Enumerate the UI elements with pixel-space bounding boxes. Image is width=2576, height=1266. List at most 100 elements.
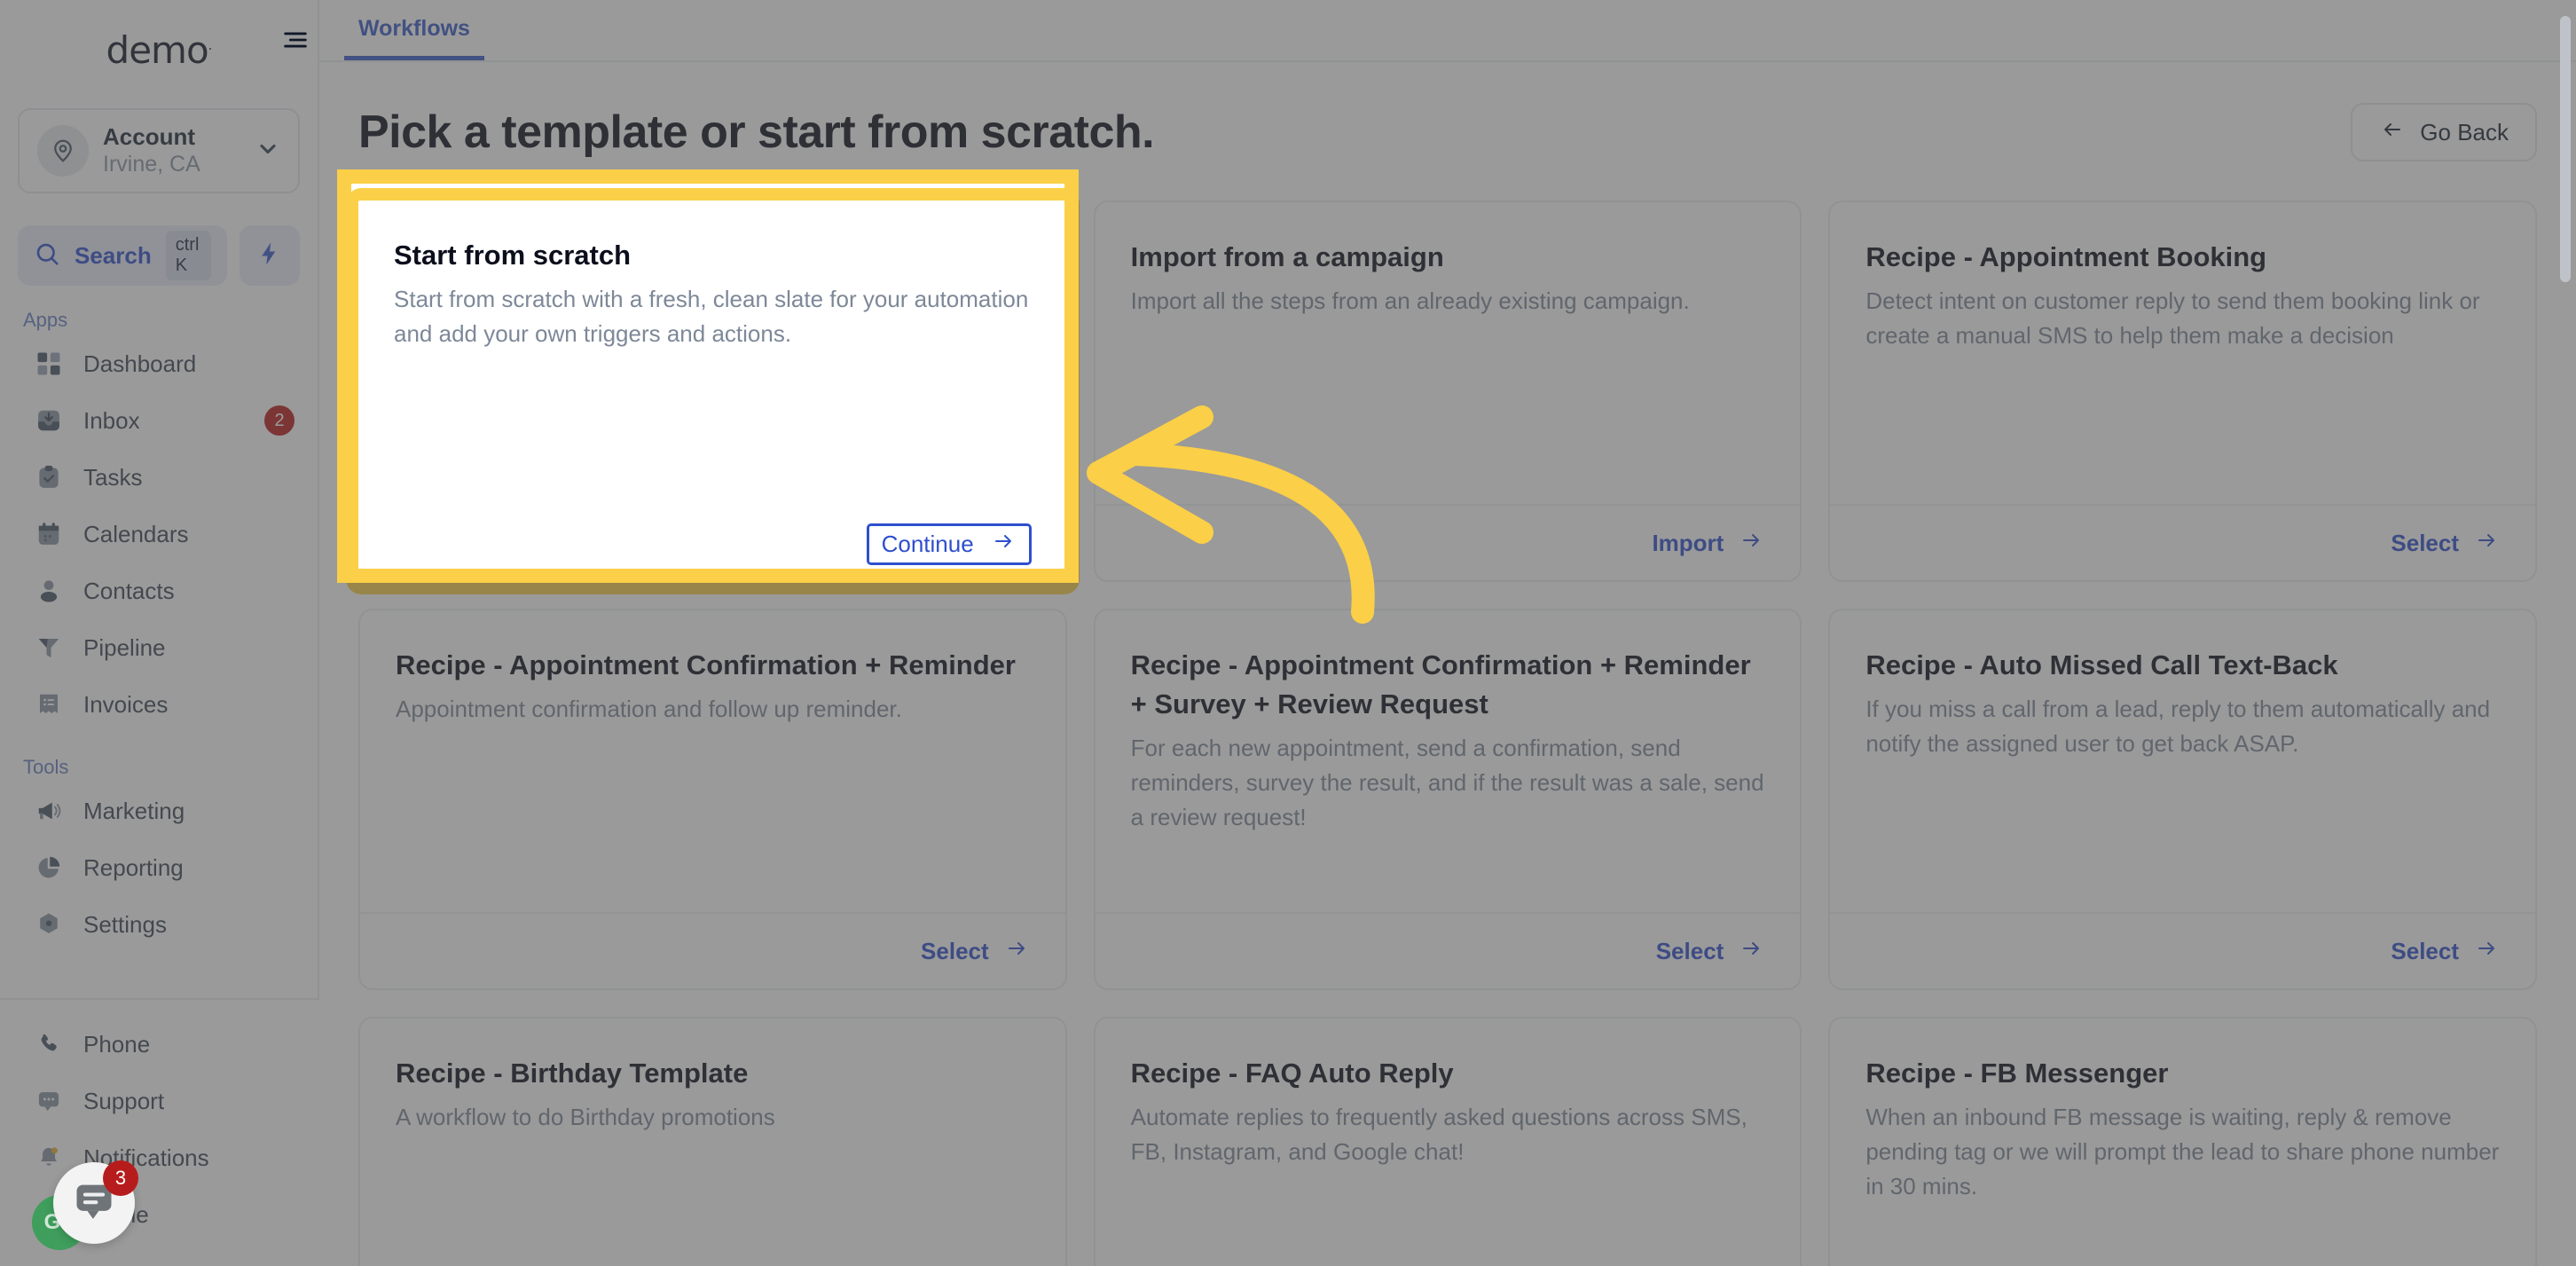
tab-workflows[interactable]: Workflows: [344, 16, 484, 60]
card-footer: Select: [1830, 912, 2535, 988]
sidebar-item-label: Support: [83, 1087, 165, 1114]
continue-label: Continue: [881, 530, 974, 557]
sidebar-item-phone[interactable]: Phone: [0, 1016, 319, 1073]
sidebar-item-label: Phone: [83, 1030, 151, 1058]
card-description: A workflow to do Birthday promotions: [396, 1104, 775, 1131]
brand-logo[interactable]: demo.: [0, 0, 318, 99]
sidebar-item-marketing[interactable]: Marketing: [0, 782, 318, 839]
import-button[interactable]: Import: [1652, 530, 1764, 557]
sidebar-item-label: Invoices: [83, 690, 169, 718]
chat-widget-button[interactable]: 3: [53, 1160, 138, 1244]
sidebar-item-label: Tasks: [83, 463, 143, 491]
arrow-right-icon: [1738, 938, 1764, 965]
card-body: Recipe - Appointment Confirmation + Remi…: [1096, 610, 1801, 912]
go-back-button[interactable]: Go Back: [2351, 103, 2537, 161]
select-button[interactable]: Select: [921, 938, 1030, 965]
sidebar-item-invoices[interactable]: Invoices: [0, 676, 318, 733]
sidebar-item-label: Dashboard: [83, 350, 197, 377]
card-description: When an inbound FB message is waiting, r…: [1865, 1104, 2500, 1200]
sidebar-item-settings[interactable]: Settings: [0, 896, 318, 953]
card-description: Automate replies to frequently asked que…: [1130, 1104, 1747, 1166]
page-title: Pick a template or start from scratch.: [358, 106, 1155, 158]
select-button[interactable]: Select: [1656, 938, 1765, 965]
sidebar-item-label: Inbox: [83, 406, 140, 434]
main-content: Workflows Pick a template or start from …: [319, 0, 2576, 1266]
account-location: Irvine, CA: [103, 151, 200, 177]
template-card-recipe-appointment-confirmation-reminder[interactable]: Recipe - Appointment Confirmation + Remi…: [358, 609, 1067, 990]
card-footer: Continue: [358, 506, 1067, 582]
card-action-label: Select: [2391, 529, 2459, 556]
inbox-badge: 2: [264, 405, 295, 436]
gear-icon: [34, 909, 64, 940]
account-switcher[interactable]: Account Irvine, CA: [18, 108, 300, 193]
card-body: Recipe - Auto Missed Call Text-Back If y…: [1830, 610, 2535, 912]
card-title: Recipe - Birthday Template: [396, 1058, 749, 1089]
chevron-down-icon[interactable]: [255, 137, 280, 166]
app-root: demo. Account Irvine, CA Search ctrl K A…: [0, 0, 2576, 1266]
template-card-recipe-appointment-booking[interactable]: Recipe - Appointment Booking Detect inte…: [1828, 201, 2537, 582]
card-body: Recipe - Appointment Booking Detect inte…: [1830, 202, 2535, 504]
card-body: Recipe - Appointment Confirmation + Remi…: [360, 610, 1065, 912]
card-footer: Import: [1095, 504, 1801, 580]
sidebar-group-label-apps: Apps: [23, 309, 68, 331]
brand-name: demo: [106, 28, 209, 72]
clipboard-check-icon: [34, 462, 64, 492]
page-scrollbar[interactable]: [2560, 16, 2571, 282]
sidebar-item-label: Marketing: [83, 797, 185, 824]
account-name: Account: [103, 123, 195, 151]
sidebar-item-calendars[interactable]: Calendars: [0, 506, 318, 562]
card-description: Detect intent on customer reply to send …: [1865, 287, 2480, 350]
sidebar-item-reporting[interactable]: Reporting: [0, 839, 318, 896]
page-content: Pick a template or start from scratch. G…: [319, 103, 2576, 1266]
template-card-recipe-auto-missed-call-text-back[interactable]: Recipe - Auto Missed Call Text-Back If y…: [1828, 609, 2537, 990]
card-action-label: Import: [1652, 529, 1724, 556]
sidebar-item-tasks[interactable]: Tasks: [0, 449, 318, 506]
sidebar-group-label-tools: Tools: [23, 756, 69, 778]
search-input[interactable]: Search ctrl K: [18, 225, 227, 286]
arrow-right-icon: [2473, 530, 2500, 557]
sidebar: demo. Account Irvine, CA Search ctrl K A…: [0, 0, 319, 1266]
template-card-recipe-faq-auto-reply[interactable]: Recipe - FAQ Auto Reply Automate replies…: [1093, 1017, 1802, 1266]
arrow-right-icon: [990, 531, 1017, 558]
sidebar-item-label: Settings: [83, 910, 167, 938]
card-title: Recipe - Appointment Confirmation + Remi…: [1130, 649, 1751, 720]
card-footer: Select: [1095, 912, 1801, 988]
go-back-label: Go Back: [2420, 118, 2509, 145]
search-shortcut: ctrl K: [165, 231, 211, 280]
sidebar-item-support[interactable]: Support: [0, 1073, 319, 1129]
continue-button[interactable]: Continue: [866, 523, 1032, 565]
template-card-recipe-appointment-confirmation-reminder-survey-review-request[interactable]: Recipe - Appointment Confirmation + Remi…: [1093, 609, 1802, 990]
sidebar-item-pipeline[interactable]: Pipeline: [0, 619, 318, 676]
select-button[interactable]: Select: [2391, 938, 2500, 965]
sidebar-item-dashboard[interactable]: Dashboard: [0, 335, 318, 392]
card-description: Appointment confirmation and follow up r…: [396, 696, 902, 723]
card-footer: Select: [1830, 504, 2535, 580]
template-card-import-from-a-campaign[interactable]: Import from a campaign Import all the st…: [1093, 201, 1802, 582]
chat-dots-icon: [34, 1086, 64, 1116]
sidebar-item-notifications[interactable]: Notifications: [0, 1129, 319, 1186]
card-action-label: Select: [921, 937, 989, 964]
quick-actions-button[interactable]: [240, 225, 300, 286]
template-card-recipe-birthday-template[interactable]: Recipe - Birthday Template A workflow to…: [358, 1017, 1067, 1266]
collapse-menu-icon[interactable]: [280, 25, 310, 59]
sidebar-item-label: Pipeline: [83, 633, 166, 661]
dashboard-grid-icon: [34, 349, 64, 379]
card-description: If you miss a call from a lead, reply to…: [1865, 696, 2491, 758]
arrow-right-icon: [2473, 938, 2500, 965]
card-body: Start from scratch Start from scratch wi…: [358, 201, 1067, 506]
arrow-right-icon: [1003, 938, 1030, 965]
arrow-right-icon: [1738, 530, 1764, 557]
bell-icon: [34, 1143, 64, 1173]
sidebar-item-label: Contacts: [83, 577, 175, 604]
sidebar-item-label: Calendars: [83, 520, 189, 547]
card-title: Recipe - FB Messenger: [1865, 1058, 2169, 1089]
sidebar-item-label: Reporting: [83, 853, 184, 881]
search-icon: [34, 240, 60, 271]
template-card-recipe-fb-messenger[interactable]: Recipe - FB Messenger When an inbound FB…: [1828, 1017, 2537, 1266]
card-action-label: Select: [2391, 937, 2459, 964]
template-card-start-from-scratch[interactable]: Start from scratch Start from scratch wi…: [358, 201, 1067, 582]
sidebar-item-inbox[interactable]: Inbox 2: [0, 392, 318, 449]
select-button[interactable]: Select: [2391, 530, 2500, 557]
tab-bar: Workflows: [319, 0, 2576, 62]
sidebar-item-contacts[interactable]: Contacts: [0, 562, 318, 619]
